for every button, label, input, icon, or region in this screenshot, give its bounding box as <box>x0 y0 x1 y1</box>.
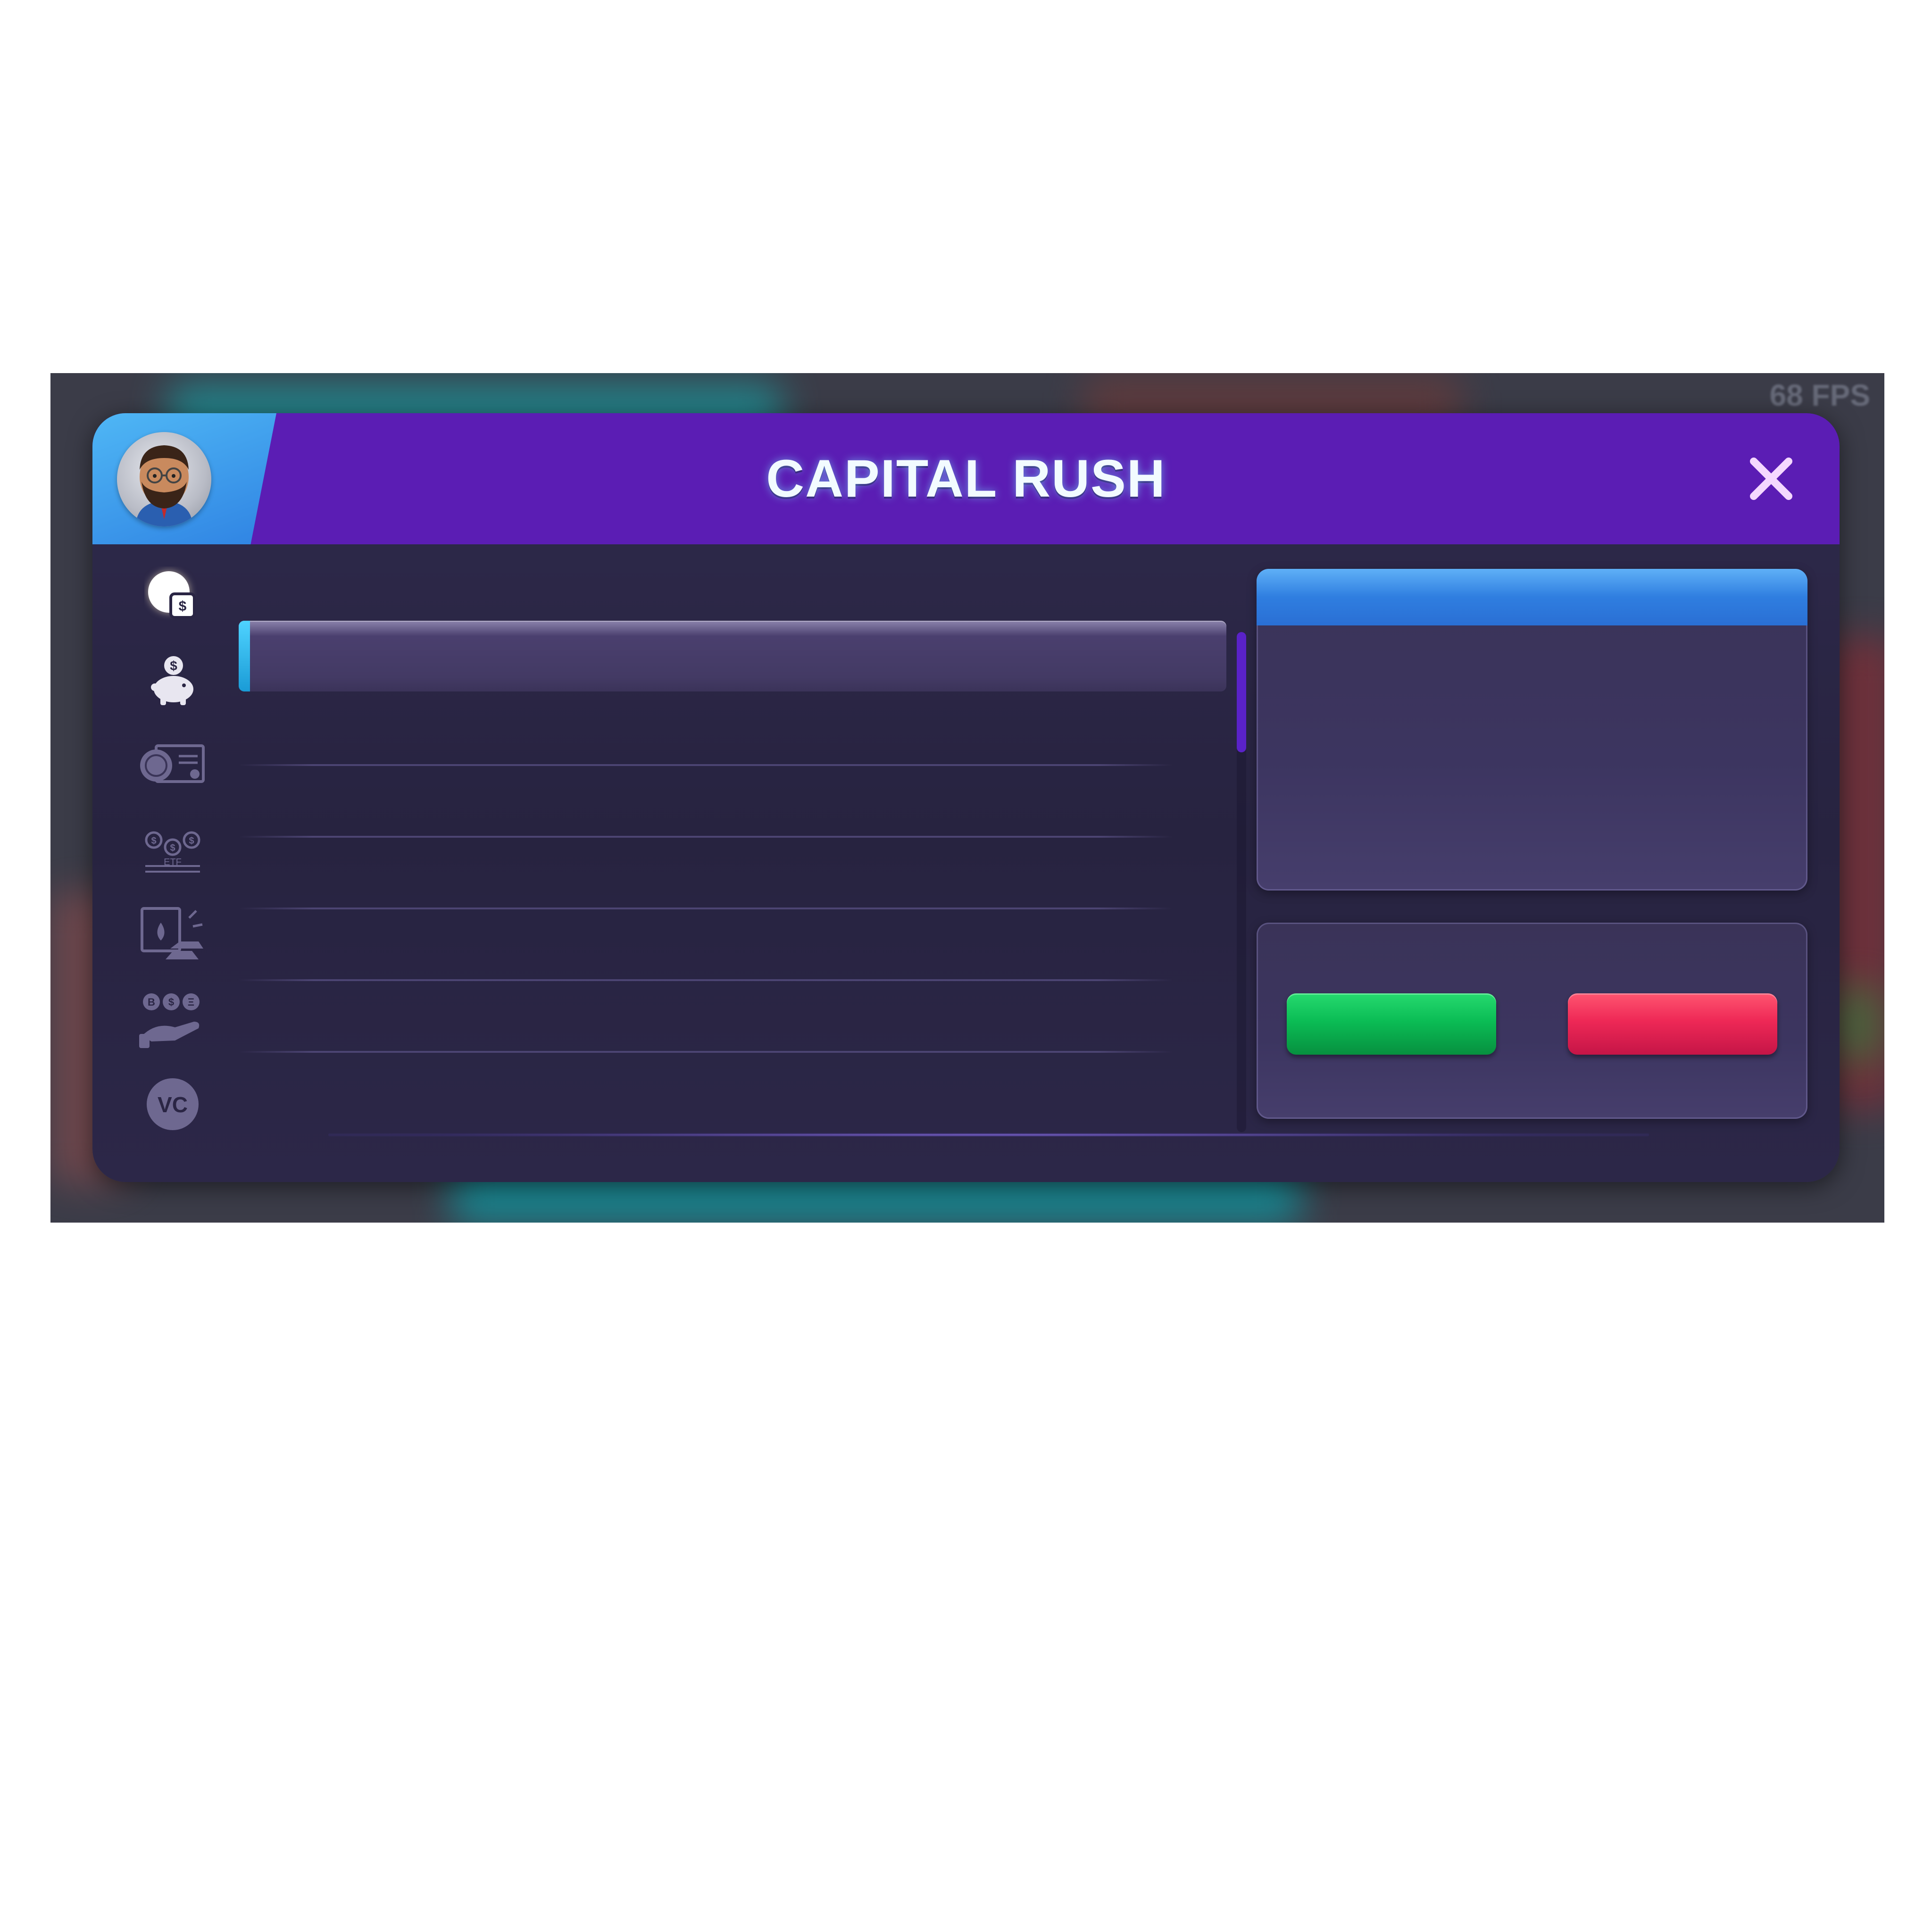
venture-capital-icon: VC <box>147 1078 199 1130</box>
scrollbar-thumb[interactable] <box>1237 632 1246 752</box>
commodities-icon <box>141 907 203 959</box>
nav-savings[interactable]: $ <box>121 640 225 720</box>
row-divider <box>239 908 1173 909</box>
piggy-bank-icon: $ <box>151 656 193 705</box>
list-bottom-glow <box>328 1133 1649 1137</box>
svg-text:B: B <box>148 996 155 1008</box>
crypto-hand-icon: B $ Ξ <box>139 993 200 1048</box>
svg-text:$: $ <box>168 996 174 1008</box>
category-sidebar: $ $ $ $ $ ETF B $ Ξ VC <box>121 555 225 1168</box>
svg-text:$: $ <box>179 599 187 614</box>
etf-icon: $ $ $ ETF <box>145 831 200 873</box>
nav-crypto[interactable]: B $ Ξ <box>121 979 225 1059</box>
row-divider <box>239 1051 1173 1053</box>
vc-label: VC <box>158 1092 188 1117</box>
selected-accent <box>239 621 250 691</box>
nav-etf[interactable]: $ $ $ ETF <box>121 809 225 890</box>
list-item-selected[interactable] <box>239 621 1226 691</box>
svg-text:$: $ <box>151 836 156 846</box>
svg-text:$: $ <box>189 836 194 846</box>
fps-counter: 68 FPS <box>1769 378 1870 412</box>
svg-text:$: $ <box>170 843 175 853</box>
sell-button[interactable] <box>1568 993 1777 1055</box>
close-icon <box>1750 458 1792 500</box>
trade-actions-card <box>1257 923 1807 1119</box>
row-divider <box>239 764 1173 766</box>
asset-detail-card <box>1257 569 1807 891</box>
svg-text:$: $ <box>170 658 177 673</box>
nav-venture-capital[interactable]: VC <box>121 1064 225 1144</box>
nav-stocks[interactable]: $ <box>121 555 225 635</box>
nav-commodities[interactable] <box>121 894 225 974</box>
detail-card-header <box>1257 569 1807 625</box>
bonds-certificate-icon <box>140 744 205 783</box>
nav-bonds[interactable] <box>121 724 225 805</box>
stocks-pie-icon: $ <box>148 571 196 619</box>
window-header: CAPITAL RUSH <box>92 413 1840 544</box>
asset-list <box>239 621 1229 1140</box>
row-divider <box>239 979 1173 981</box>
svg-text:Ξ: Ξ <box>188 996 194 1008</box>
buy-button[interactable] <box>1287 993 1496 1055</box>
window-title: CAPITAL RUSH <box>766 449 1166 508</box>
close-button[interactable] <box>1745 453 1797 505</box>
row-divider <box>239 836 1173 838</box>
etf-label: ETF <box>164 857 182 867</box>
